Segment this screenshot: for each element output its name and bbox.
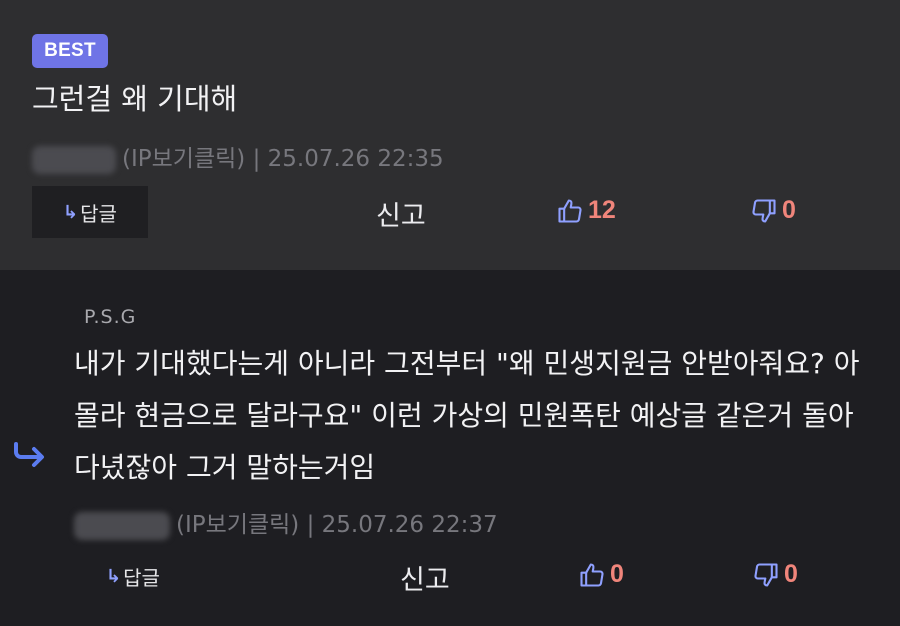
thumbs-up-icon — [558, 198, 582, 223]
downvote-count: 0 — [784, 560, 798, 588]
meta-separator: | — [252, 146, 261, 172]
best-badge: BEST — [32, 34, 108, 68]
reply-arrow-icon: ↳ — [106, 565, 122, 587]
comment-author[interactable]: P.S.G — [84, 306, 136, 328]
best-comment: BEST 그런걸 왜 기대해 (IP보기클릭) | 25.07.26 22:35… — [0, 0, 900, 270]
redacted-author — [74, 511, 170, 540]
meta-separator: | — [306, 512, 315, 538]
comment-timestamp: 25.07.26 22:37 — [321, 512, 498, 538]
redacted-author — [32, 145, 116, 174]
ip-view-link[interactable]: (IP보기클릭) — [176, 512, 299, 538]
reply-arrow-icon: ↳ — [63, 201, 79, 223]
upvote-button[interactable]: 12 — [556, 196, 616, 225]
reply-button[interactable]: ↳ 답글 — [96, 552, 170, 600]
upvote-button[interactable]: 0 — [578, 560, 624, 589]
ip-view-link[interactable]: (IP보기클릭) — [122, 146, 245, 172]
reply-button[interactable]: ↳ 답글 — [32, 186, 148, 238]
reply-label: 답글 — [123, 565, 160, 590]
reply-indicator-arrow-icon — [14, 442, 44, 467]
report-button[interactable]: 신고 — [376, 194, 426, 233]
comment-meta: (IP보기클릭) | 25.07.26 22:35 — [32, 139, 444, 174]
upvote-count: 12 — [588, 196, 616, 224]
report-button[interactable]: 신고 — [400, 558, 450, 597]
thumbs-up-icon — [580, 562, 604, 587]
comment-meta: (IP보기클릭) | 25.07.26 22:37 — [74, 505, 498, 540]
reply-label: 답글 — [80, 201, 117, 226]
comment-text: 그런걸 왜 기대해 — [32, 82, 238, 116]
thumbs-down-icon — [754, 562, 778, 587]
downvote-count: 0 — [782, 196, 796, 224]
upvote-count: 0 — [610, 560, 624, 588]
thumbs-down-icon — [752, 198, 776, 223]
comment-timestamp: 25.07.26 22:35 — [267, 146, 444, 172]
downvote-button[interactable]: 0 — [750, 196, 796, 225]
downvote-button[interactable]: 0 — [752, 560, 798, 589]
comment-text: 내가 기대했다는게 아니라 그전부터 "왜 민생지원금 안받아줘요? 아 몰라 … — [74, 347, 860, 484]
